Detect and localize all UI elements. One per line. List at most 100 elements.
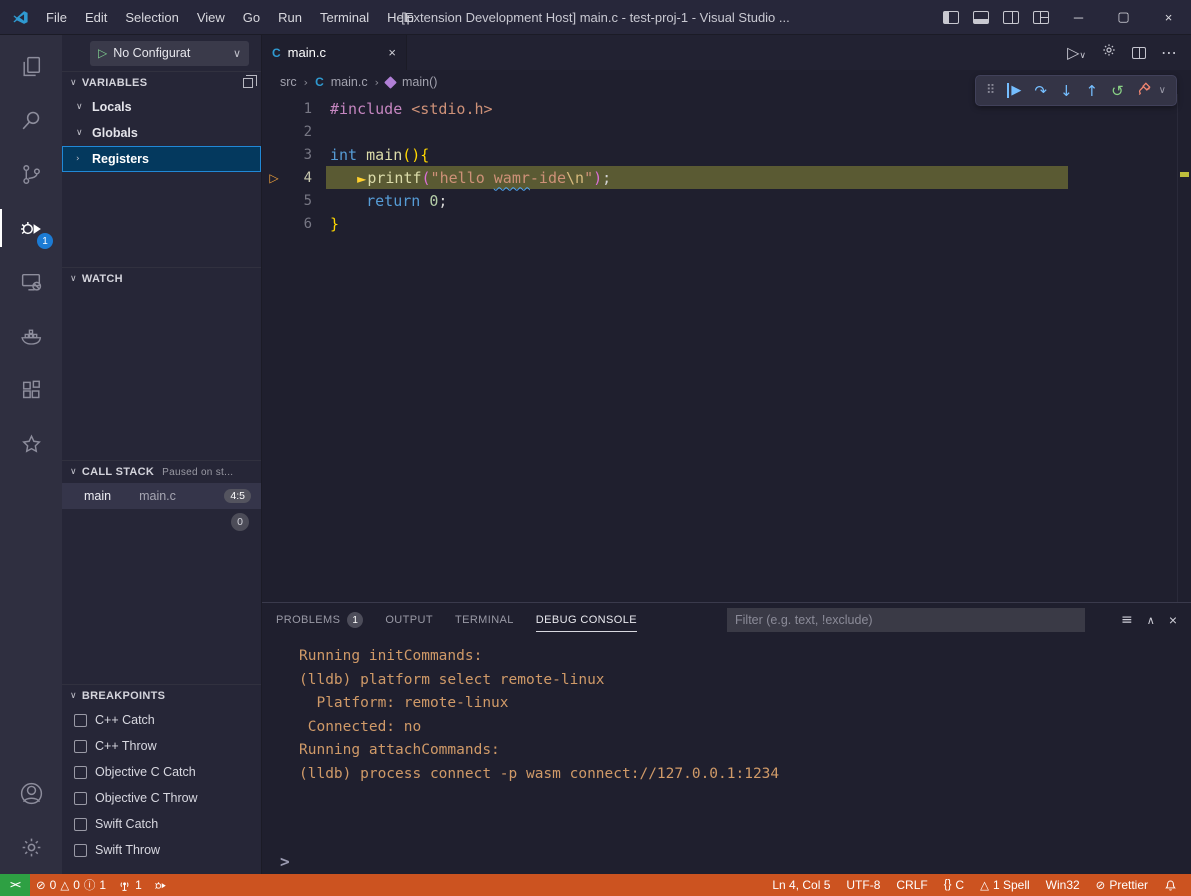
star-icon[interactable] bbox=[0, 417, 62, 471]
panel-tab-debug-console[interactable]: DEBUG CONSOLE bbox=[536, 603, 637, 637]
problems-status[interactable]: ⊘0 △0 ⓘ1 bbox=[30, 874, 112, 896]
cursor-position[interactable]: Ln 4, Col 5 bbox=[764, 874, 838, 896]
editor-scrollbar[interactable] bbox=[1177, 94, 1191, 602]
drag-handle-icon[interactable]: ⠿ bbox=[986, 83, 995, 98]
breakpoint-objective-c-throw[interactable]: Objective C Throw bbox=[62, 785, 261, 811]
variables-header[interactable]: ∨ VARIABLES bbox=[62, 71, 261, 94]
console-line: Running initCommands: bbox=[299, 645, 1191, 669]
platform-indicator[interactable]: Win32 bbox=[1038, 874, 1088, 896]
panel-tab-terminal[interactable]: TERMINAL bbox=[455, 603, 514, 637]
maximize-button[interactable]: ▢ bbox=[1101, 0, 1146, 35]
encoding-indicator[interactable]: UTF-8 bbox=[838, 874, 888, 896]
code-text[interactable]: ►printf("hello wamr-ide\n"); bbox=[312, 169, 611, 187]
menu-file[interactable]: File bbox=[37, 0, 76, 35]
variables-item-registers[interactable]: ›Registers bbox=[62, 146, 261, 172]
code-text[interactable]: } bbox=[312, 215, 339, 233]
variables-item-locals[interactable]: ∨Locals bbox=[62, 94, 261, 120]
formatter-status[interactable]: ⊘ Prettier bbox=[1088, 874, 1156, 896]
filter-icon[interactable]: ≡ bbox=[1121, 612, 1133, 628]
checkbox[interactable] bbox=[74, 844, 87, 857]
checkbox[interactable] bbox=[74, 740, 87, 753]
source-control-icon[interactable] bbox=[0, 147, 62, 201]
ports-status[interactable]: 1 bbox=[112, 874, 148, 896]
breadcrumb-symbol[interactable]: main() bbox=[402, 75, 437, 89]
account-icon[interactable] bbox=[0, 766, 62, 820]
watch-header[interactable]: ∨ WATCH bbox=[62, 267, 261, 290]
customize-layout-icon[interactable] bbox=[1033, 11, 1049, 24]
menu-edit[interactable]: Edit bbox=[76, 0, 116, 35]
stack-frame-row[interactable]: main main.c 4:5 bbox=[62, 483, 261, 509]
breakpoint-objective-c-catch[interactable]: Objective C Catch bbox=[62, 759, 261, 785]
toggle-panel-icon[interactable] bbox=[973, 11, 989, 24]
minimize-button[interactable]: ─ bbox=[1056, 0, 1101, 35]
debug-session-status[interactable] bbox=[148, 874, 173, 896]
extensions-icon[interactable] bbox=[0, 363, 62, 417]
checkbox[interactable] bbox=[74, 714, 87, 727]
breakpoint-swift-catch[interactable]: Swift Catch bbox=[62, 811, 261, 837]
breakpoints-header[interactable]: ∨ BREAKPOINTS bbox=[62, 684, 261, 707]
panel-tab-problems[interactable]: PROBLEMS1 bbox=[276, 603, 363, 637]
current-line-arrow-icon[interactable]: ▷ bbox=[262, 171, 286, 185]
menu-help[interactable]: Help bbox=[378, 0, 423, 35]
notifications-bell-icon[interactable] bbox=[1156, 874, 1185, 896]
debug-console-input[interactable]: > bbox=[262, 848, 1191, 874]
chevron-down-icon: ∨ bbox=[70, 467, 77, 477]
maximize-panel-icon[interactable]: ∧ bbox=[1147, 614, 1155, 627]
run-and-debug-icon[interactable]: 1 bbox=[0, 201, 62, 255]
debug-config-gear-icon[interactable] bbox=[1101, 42, 1117, 63]
close-panel-icon[interactable]: × bbox=[1169, 612, 1177, 628]
console-filter-input[interactable] bbox=[727, 608, 1085, 632]
breakpoint-label: Objective C Catch bbox=[95, 765, 196, 779]
menu-bar: FileEditSelectionViewGoRunTerminalHelp bbox=[37, 0, 423, 35]
step-over-button[interactable]: ↷ bbox=[1034, 82, 1047, 100]
start-debug-icon[interactable]: ▷ bbox=[98, 46, 107, 60]
close-tab-icon[interactable]: × bbox=[388, 45, 396, 60]
breadcrumb-file[interactable]: main.c bbox=[331, 75, 368, 89]
code-text[interactable]: return 0; bbox=[312, 192, 447, 210]
explorer-icon[interactable] bbox=[0, 39, 62, 93]
eol-indicator[interactable]: CRLF bbox=[888, 874, 935, 896]
language-mode[interactable]: {} C bbox=[936, 874, 972, 896]
menu-go[interactable]: Go bbox=[234, 0, 269, 35]
menu-selection[interactable]: Selection bbox=[116, 0, 187, 35]
remote-explorer-icon[interactable] bbox=[0, 255, 62, 309]
code-line-2: 2 bbox=[262, 120, 1191, 143]
run-file-button[interactable]: ▷∨ bbox=[1067, 43, 1086, 62]
activity-bar: 1 bbox=[0, 35, 62, 874]
toggle-secondary-sidebar-icon[interactable] bbox=[1003, 11, 1019, 24]
variables-item-globals[interactable]: ∨Globals bbox=[62, 120, 261, 146]
restart-button[interactable]: ↺ bbox=[1111, 82, 1124, 100]
menu-run[interactable]: Run bbox=[269, 0, 311, 35]
copy-icon[interactable] bbox=[243, 78, 253, 88]
chevron-down-icon[interactable]: ∨ bbox=[1159, 85, 1166, 96]
breakpoint-c-catch[interactable]: C++ Catch bbox=[62, 707, 261, 733]
breakpoint-swift-throw[interactable]: Swift Throw bbox=[62, 837, 261, 863]
launch-config-dropdown[interactable]: ▷ No Configurat ∨ bbox=[90, 41, 249, 66]
panel-tab-output[interactable]: OUTPUT bbox=[385, 603, 433, 637]
toggle-sidebar-icon[interactable] bbox=[943, 11, 959, 24]
call-stack-header[interactable]: ∨ CALL STACK Paused on st... bbox=[62, 460, 261, 483]
disconnect-button[interactable] bbox=[1137, 81, 1152, 100]
menu-view[interactable]: View bbox=[188, 0, 234, 35]
continue-button[interactable]: ▶ bbox=[1007, 83, 1021, 98]
code-text[interactable]: int main(){ bbox=[312, 146, 429, 164]
settings-gear-icon[interactable] bbox=[0, 820, 62, 874]
search-icon[interactable] bbox=[0, 93, 62, 147]
close-button[interactable]: × bbox=[1146, 0, 1191, 35]
step-into-button[interactable]: ↓ bbox=[1060, 82, 1073, 100]
docker-icon[interactable] bbox=[0, 309, 62, 363]
checkbox[interactable] bbox=[74, 818, 87, 831]
split-editor-icon[interactable] bbox=[1132, 47, 1146, 59]
more-actions-icon[interactable]: ⋯ bbox=[1161, 43, 1177, 62]
breadcrumb-src[interactable]: src bbox=[280, 75, 297, 89]
tab-main-c[interactable]: C main.c × bbox=[262, 35, 407, 70]
checkbox[interactable] bbox=[74, 792, 87, 805]
breakpoint-c-throw[interactable]: C++ Throw bbox=[62, 733, 261, 759]
menu-terminal[interactable]: Terminal bbox=[311, 0, 378, 35]
step-out-button[interactable]: ↑ bbox=[1086, 82, 1099, 100]
spell-checker-status[interactable]: △ 1 Spell bbox=[972, 874, 1038, 896]
checkbox[interactable] bbox=[74, 766, 87, 779]
code-text[interactable]: #include <stdio.h> bbox=[312, 100, 493, 118]
remote-indicator[interactable]: >< bbox=[0, 874, 30, 896]
code-editor[interactable]: 1#include <stdio.h>23int main(){▷4 ►prin… bbox=[262, 94, 1191, 602]
